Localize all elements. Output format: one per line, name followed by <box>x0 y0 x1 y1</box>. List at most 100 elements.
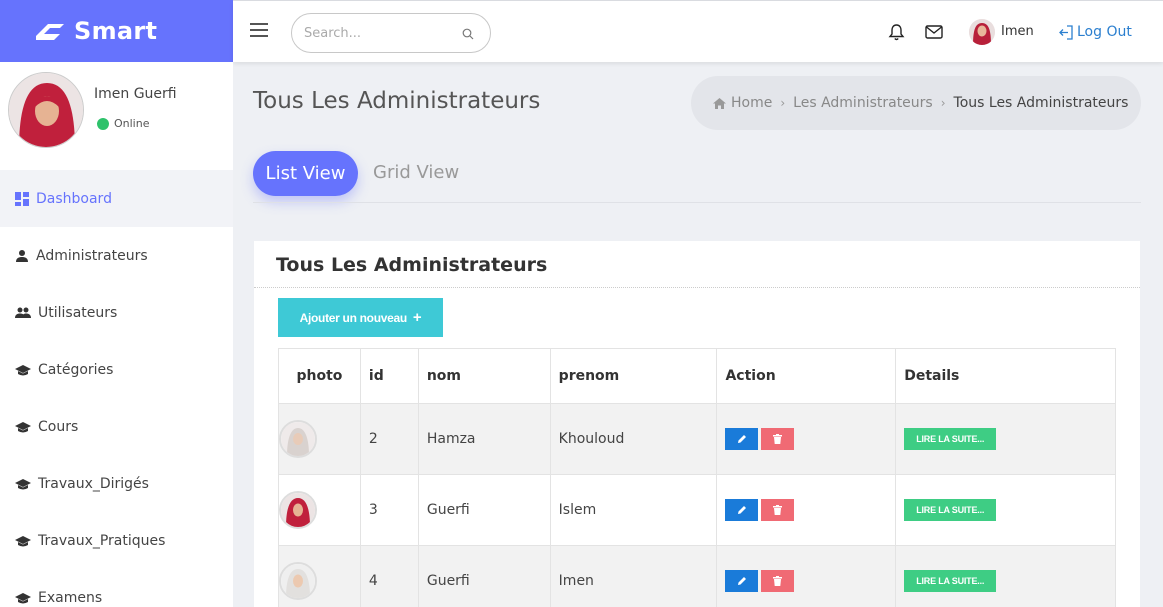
sidebar-item-label: Dashboard <box>36 190 112 207</box>
sidebar-item-travaux-pratiques[interactable]: Travaux_Pratiques <box>0 512 233 569</box>
mail-icon[interactable] <box>925 25 943 39</box>
tab-grid-view[interactable]: Grid View <box>373 162 459 183</box>
cell-id: 4 <box>359 545 419 607</box>
breadcrumb: Home › Les Administrateurs › Tous Les Ad… <box>691 76 1141 130</box>
pencil-icon <box>737 506 746 514</box>
graduation-cap-icon <box>15 364 31 375</box>
search-icon[interactable] <box>462 28 474 40</box>
cell-nom: Guerfi <box>417 545 551 607</box>
cell-prenom: Imen <box>549 545 718 607</box>
profile-photo <box>8 72 84 148</box>
logout-label: Log Out <box>1077 24 1132 40</box>
admin-avatar <box>279 420 317 458</box>
trash-icon <box>773 576 783 586</box>
pencil-icon <box>737 577 746 585</box>
cell-details: LIRE LA SUITE... <box>895 474 1116 546</box>
cell-prenom: Islem <box>549 474 718 546</box>
cell-prenom: Khouloud <box>549 403 718 475</box>
online-status: Online <box>114 117 150 130</box>
breadcrumb-home[interactable]: Home <box>731 95 772 111</box>
card-title: Tous Les Administrateurs <box>276 254 548 276</box>
photo-cell <box>278 545 361 607</box>
sidebar-item-examens[interactable]: Examens <box>0 569 233 607</box>
read-more-button[interactable]: LIRE LA SUITE... <box>904 499 997 521</box>
card-divider <box>254 287 1140 288</box>
bell-icon[interactable] <box>888 23 905 41</box>
sidebar-item-label: Catégories <box>38 361 114 378</box>
table-row: 4 Guerfi Imen LIRE LA SUITE... <box>278 545 1116 607</box>
graduation-cap-icon <box>15 535 31 546</box>
cell-id: 2 <box>359 403 419 475</box>
photo-cell <box>278 403 361 475</box>
edit-button[interactable] <box>725 499 759 521</box>
delete-button[interactable] <box>761 499 795 521</box>
user-avatar[interactable] <box>969 19 995 45</box>
hamburger-menu-icon[interactable] <box>250 23 268 37</box>
sidebar-item-dashboard[interactable]: Dashboard <box>0 170 233 227</box>
search-input[interactable] <box>304 23 454 43</box>
cell-nom: Hamza <box>417 403 551 475</box>
sidebar-item-label: Examens <box>38 589 103 606</box>
column-header-photo: photo <box>278 348 361 404</box>
tabs-divider <box>253 202 1141 203</box>
graduation-cap-icon <box>15 478 31 489</box>
edit-button[interactable] <box>725 428 759 450</box>
pencil-icon <box>737 435 746 443</box>
top-header: Imen Log Out <box>233 0 1163 62</box>
table-header-row: photo id nom prenom Action Details <box>278 348 1116 404</box>
add-new-button[interactable]: Ajouter un nouveau + <box>278 298 443 337</box>
cell-details: LIRE LA SUITE... <box>895 403 1116 475</box>
sidebar-item-administrateurs[interactable]: Administrateurs <box>0 227 233 284</box>
logout-icon <box>1059 24 1073 40</box>
cell-action <box>716 474 897 546</box>
graduation-cap-icon <box>15 421 31 432</box>
delete-button[interactable] <box>761 428 795 450</box>
chevron-right-icon: › <box>780 96 786 110</box>
read-more-button[interactable]: LIRE LA SUITE... <box>904 428 997 450</box>
dashboard-icon <box>15 191 29 206</box>
brand-name: Smart <box>74 17 158 45</box>
tab-list-view[interactable]: List View <box>253 151 358 196</box>
online-status-dot <box>97 118 109 130</box>
photo-cell <box>278 474 361 546</box>
trash-icon <box>773 505 783 515</box>
people-icon <box>15 307 31 318</box>
person-icon <box>16 249 28 262</box>
delete-button[interactable] <box>761 570 795 592</box>
sidebar-item-label: Cours <box>38 418 79 435</box>
plus-icon: + <box>412 309 422 326</box>
chevron-right-icon: › <box>940 96 946 110</box>
cell-details: LIRE LA SUITE... <box>895 545 1116 607</box>
table-row: 2 Hamza Khouloud LIRE LA SUITE... <box>278 403 1116 475</box>
page-title: Tous Les Administrateurs <box>253 88 541 114</box>
search-box <box>291 13 491 53</box>
cell-id: 3 <box>359 474 419 546</box>
logout-link[interactable]: Log Out <box>1059 24 1132 40</box>
cell-action <box>716 545 897 607</box>
cell-action <box>716 403 897 475</box>
trash-icon <box>773 434 783 444</box>
graduation-cap-icon <box>15 592 31 603</box>
cell-nom: Guerfi <box>417 474 551 546</box>
read-more-button[interactable]: LIRE LA SUITE... <box>904 570 997 592</box>
sidebar-item-categories[interactable]: Catégories <box>0 341 233 398</box>
sidebar-item-label: Administrateurs <box>36 247 148 264</box>
admins-table: photo id nom prenom Action Details 2 Ham… <box>278 348 1116 607</box>
sidebar-item-utilisateurs[interactable]: Utilisateurs <box>0 284 233 341</box>
breadcrumb-current: Tous Les Administrateurs <box>953 95 1129 111</box>
sidebar-item-label: Travaux_Dirigés <box>38 475 149 492</box>
column-header-prenom: prenom <box>549 348 718 404</box>
breadcrumb-administrateurs[interactable]: Les Administrateurs <box>793 95 933 111</box>
sidebar-item-travaux-diriges[interactable]: Travaux_Dirigés <box>0 455 233 512</box>
edit-button[interactable] <box>725 570 759 592</box>
brand-logo[interactable]: Smart <box>0 0 233 62</box>
sidebar-item-cours[interactable]: Cours <box>0 398 233 455</box>
column-header-id: id <box>359 348 419 404</box>
smart-logo-icon <box>36 24 64 40</box>
sidebar: Imen Guerfi Online Dashboard Administrat… <box>0 62 233 607</box>
user-name[interactable]: Imen <box>1001 24 1034 39</box>
add-new-label: Ajouter un nouveau <box>299 310 408 325</box>
column-header-nom: nom <box>417 348 551 404</box>
sidebar-item-label: Travaux_Pratiques <box>38 532 166 549</box>
admin-avatar <box>279 562 317 600</box>
